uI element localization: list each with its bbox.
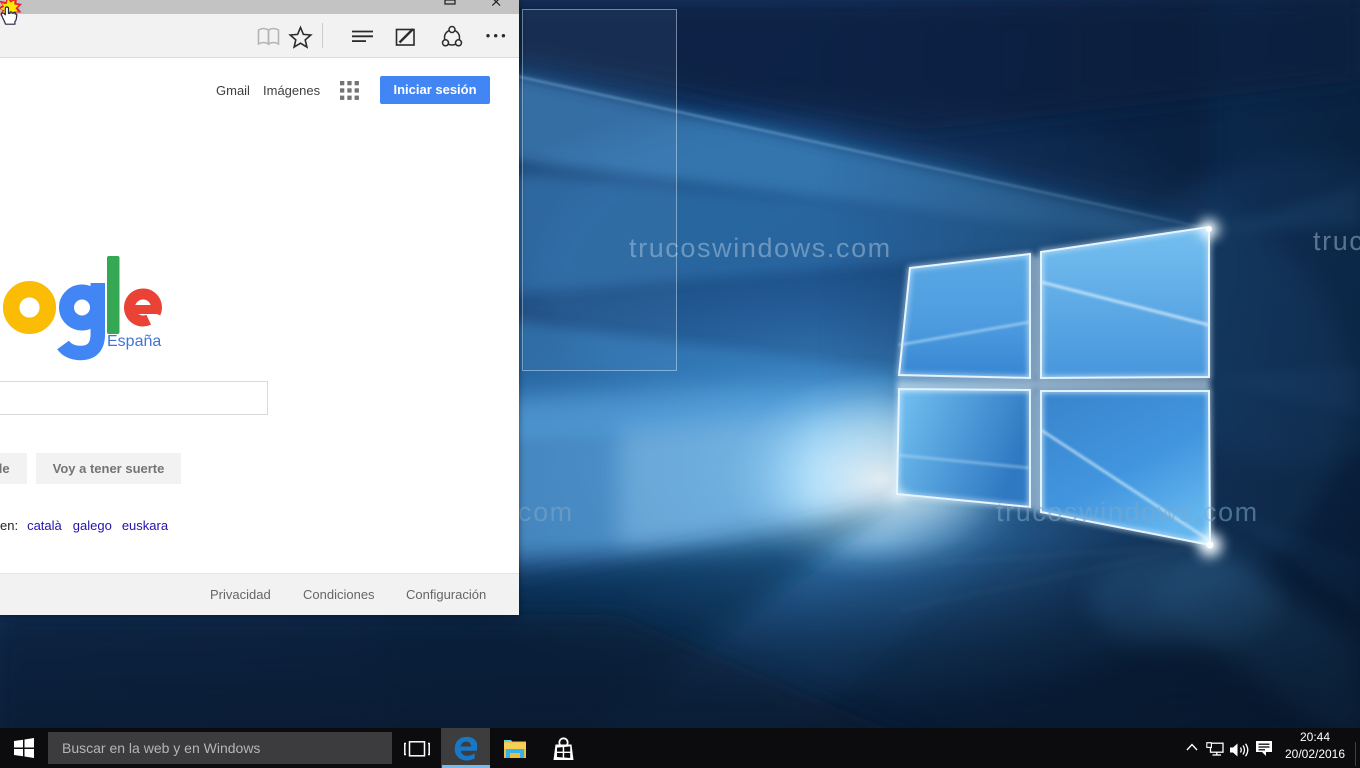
svg-text:trucoswindows.com: trucoswindows.com xyxy=(996,497,1259,527)
svg-text:trucoswindows.com: trucoswindows.com xyxy=(1313,226,1360,256)
